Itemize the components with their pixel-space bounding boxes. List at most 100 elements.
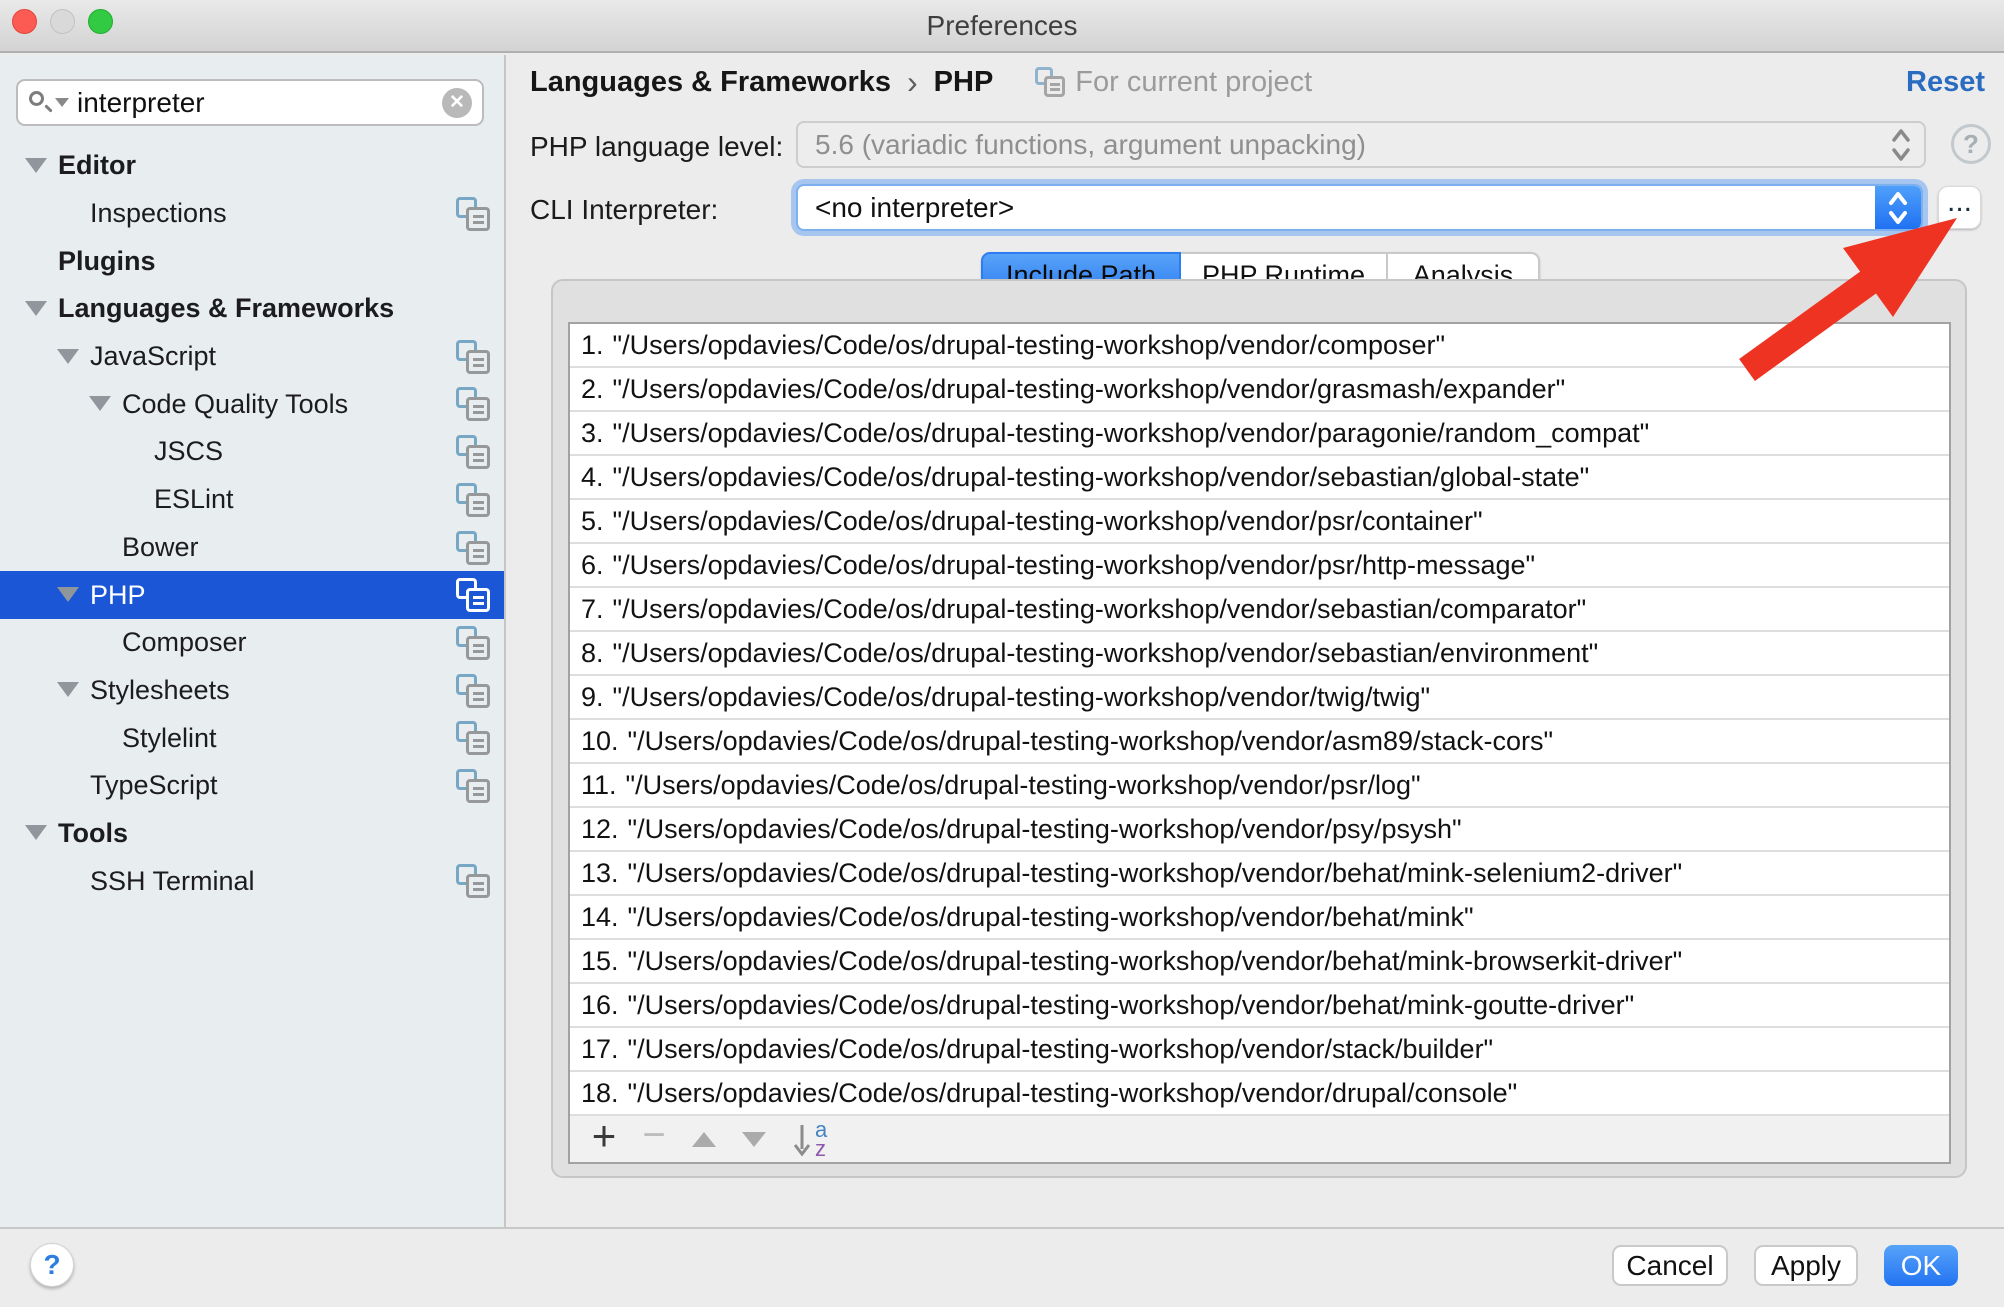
path-value: "/Users/opdavies/Code/os/drupal-testing-… (628, 1034, 1494, 1065)
path-value: "/Users/opdavies/Code/os/drupal-testing-… (626, 770, 1421, 801)
stepper-icon[interactable] (1875, 186, 1921, 229)
include-path-row[interactable]: 3. "/Users/opdavies/Code/os/drupal-testi… (570, 412, 1949, 456)
disclosure-triangle-icon[interactable] (25, 301, 47, 317)
reset-link[interactable]: Reset (1906, 66, 1985, 99)
path-value: "/Users/opdavies/Code/os/drupal-testing-… (613, 550, 1536, 581)
sidebar-item-code-quality-tools[interactable]: Code Quality Tools (0, 380, 504, 428)
path-index: 8. (581, 638, 604, 669)
include-path-row[interactable]: 7. "/Users/opdavies/Code/os/drupal-testi… (570, 588, 1949, 632)
include-path-row[interactable]: 6. "/Users/opdavies/Code/os/drupal-testi… (570, 544, 1949, 588)
path-index: 13. (581, 858, 619, 889)
context-help-icon[interactable]: ? (1951, 124, 1991, 164)
clear-search-icon[interactable]: ✕ (442, 88, 472, 118)
path-index: 3. (581, 418, 604, 449)
sidebar-item-composer[interactable]: Composer (0, 619, 504, 667)
settings-tree: Editor Inspections Plugins Languages & F… (0, 142, 504, 905)
include-path-row[interactable]: 14. "/Users/opdavies/Code/os/drupal-test… (570, 896, 1949, 940)
sidebar-item-label: Stylesheets (90, 675, 230, 706)
sidebar-item-typescript[interactable]: TypeScript (0, 762, 504, 810)
include-path-row[interactable]: 5. "/Users/opdavies/Code/os/drupal-testi… (570, 500, 1949, 544)
apply-button[interactable]: Apply (1754, 1245, 1858, 1286)
search-field[interactable]: ✕ (16, 79, 484, 126)
current-project-icon (456, 340, 490, 381)
path-value: "/Users/opdavies/Code/os/drupal-testing-… (628, 726, 1554, 757)
sidebar-item-jscs[interactable]: JSCS (0, 428, 504, 476)
path-index: 11. (581, 770, 617, 801)
breadcrumb-separator: › (907, 64, 918, 101)
search-icon[interactable] (29, 91, 69, 115)
sort-alphabetically-icon[interactable]: az (791, 1119, 827, 1159)
path-index: 17. (581, 1034, 619, 1065)
sidebar-item-languages-frameworks[interactable]: Languages & Frameworks (0, 285, 504, 333)
path-value: "/Users/opdavies/Code/os/drupal-testing-… (613, 638, 1599, 669)
cli-interpreter-select[interactable]: <no interpreter> (796, 184, 1923, 231)
path-value: "/Users/opdavies/Code/os/drupal-testing-… (613, 330, 1446, 361)
ok-button[interactable]: OK (1884, 1245, 1958, 1286)
include-path-row[interactable]: 1. "/Users/opdavies/Code/os/drupal-testi… (570, 324, 1949, 368)
sidebar-item-php[interactable]: PHP (0, 571, 504, 619)
sidebar-item-javascript[interactable]: JavaScript (0, 333, 504, 381)
disclosure-triangle-icon[interactable] (25, 158, 47, 174)
sidebar-item-label: Code Quality Tools (122, 389, 348, 420)
sidebar-item-eslint[interactable]: ESLint (0, 476, 504, 524)
sidebar-item-label: JavaScript (90, 341, 216, 372)
sidebar-item-inspections[interactable]: Inspections (0, 190, 504, 238)
sidebar-item-bower[interactable]: Bower (0, 524, 504, 572)
disclosure-triangle-icon[interactable] (57, 682, 79, 698)
include-path-row[interactable]: 15. "/Users/opdavies/Code/os/drupal-test… (570, 940, 1949, 984)
sidebar-item-ssh-terminal[interactable]: SSH Terminal (0, 857, 504, 905)
search-options-caret-icon (55, 98, 69, 107)
include-path-row[interactable]: 16. "/Users/opdavies/Code/os/drupal-test… (570, 984, 1949, 1028)
remove-path-icon[interactable]: − (629, 1119, 679, 1159)
cancel-button[interactable]: Cancel (1612, 1245, 1728, 1286)
path-value: "/Users/opdavies/Code/os/drupal-testing-… (628, 902, 1474, 933)
list-toolbar: +− az (570, 1116, 1949, 1162)
include-path-row[interactable]: 12. "/Users/opdavies/Code/os/drupal-test… (570, 808, 1949, 852)
sidebar-item-plugins[interactable]: Plugins (0, 237, 504, 285)
sidebar-item-stylesheets[interactable]: Stylesheets (0, 667, 504, 715)
include-path-row[interactable]: 4. "/Users/opdavies/Code/os/drupal-testi… (570, 456, 1949, 500)
cli-interpreter-label: CLI Interpreter: (530, 194, 718, 226)
current-project-icon (456, 721, 490, 762)
current-project-icon (456, 197, 490, 238)
include-path-row[interactable]: 13. "/Users/opdavies/Code/os/drupal-test… (570, 852, 1949, 896)
path-value: "/Users/opdavies/Code/os/drupal-testing-… (613, 682, 1431, 713)
disclosure-triangle-icon[interactable] (89, 396, 111, 412)
include-path-row[interactable]: 2. "/Users/opdavies/Code/os/drupal-testi… (570, 368, 1949, 412)
language-level-select[interactable]: 5.6 (variadic functions, argument unpack… (796, 121, 1926, 168)
include-path-row[interactable]: 9. "/Users/opdavies/Code/os/drupal-testi… (570, 676, 1949, 720)
move-down-icon[interactable] (729, 1119, 779, 1159)
path-value: "/Users/opdavies/Code/os/drupal-testing-… (613, 506, 1483, 537)
browse-interpreters-button[interactable]: ... (1938, 186, 1981, 229)
disclosure-triangle-icon[interactable] (57, 349, 79, 365)
include-path-row[interactable]: 10. "/Users/opdavies/Code/os/drupal-test… (570, 720, 1949, 764)
move-up-icon[interactable] (679, 1119, 729, 1159)
include-path-row[interactable]: 11. "/Users/opdavies/Code/os/drupal-test… (570, 764, 1949, 808)
path-value: "/Users/opdavies/Code/os/drupal-testing-… (628, 858, 1683, 889)
disclosure-triangle-icon[interactable] (57, 587, 79, 603)
current-project-icon (456, 769, 490, 810)
help-button[interactable]: ? (30, 1243, 74, 1287)
scope-indicator: For current project (1035, 66, 1312, 99)
sidebar-item-label: Stylelint (122, 723, 217, 754)
include-path-row[interactable]: 8. "/Users/opdavies/Code/os/drupal-testi… (570, 632, 1949, 676)
path-index: 1. (581, 330, 604, 361)
sidebar-item-tools[interactable]: Tools (0, 810, 504, 858)
sidebar-item-label: SSH Terminal (90, 866, 255, 897)
include-path-row[interactable]: 18. "/Users/opdavies/Code/os/drupal-test… (570, 1072, 1949, 1116)
sidebar-item-label: Composer (122, 627, 247, 658)
search-input[interactable] (77, 87, 442, 119)
path-index: 7. (581, 594, 604, 625)
include-path-row[interactable]: 17. "/Users/opdavies/Code/os/drupal-test… (570, 1028, 1949, 1072)
path-index: 2. (581, 374, 604, 405)
sidebar-item-editor[interactable]: Editor (0, 142, 504, 190)
path-index: 6. (581, 550, 604, 581)
breadcrumb-languages-frameworks[interactable]: Languages & Frameworks (530, 66, 891, 99)
sidebar-item-stylelint[interactable]: Stylelint (0, 714, 504, 762)
path-index: 12. (581, 814, 619, 845)
disclosure-triangle-icon[interactable] (25, 825, 47, 841)
include-path-panel: 1. "/Users/opdavies/Code/os/drupal-testi… (551, 279, 1967, 1178)
sidebar-item-label: Inspections (90, 198, 227, 229)
path-index: 4. (581, 462, 604, 493)
add-path-icon[interactable]: + (579, 1119, 629, 1159)
